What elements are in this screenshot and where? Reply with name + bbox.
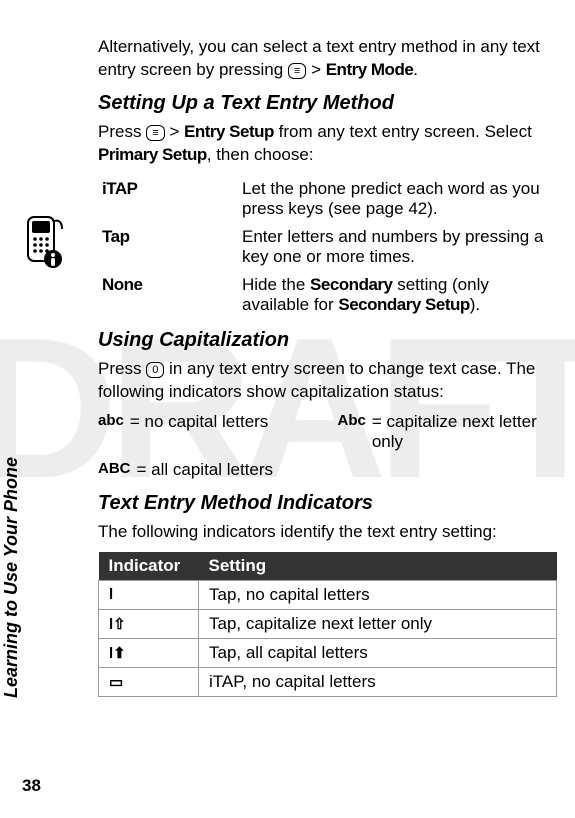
setting-cell: iTAP, no capital letters: [199, 667, 557, 696]
indicator-cell: l⬆: [99, 638, 199, 667]
text: Press: [98, 359, 146, 378]
heading-setting-up: Setting Up a Text Entry Method: [98, 92, 557, 115]
heading-capitalization: Using Capitalization: [98, 329, 557, 352]
indicators-table: Indicator Setting l Tap, no capital lett…: [98, 552, 557, 697]
indicator-cell: l⇧: [99, 609, 199, 638]
caps-item: Abc = capitalize next letter only: [338, 412, 558, 452]
menu-entry-mode: Entry Mode: [326, 60, 414, 79]
setting-cell: Tap, all capital letters: [199, 638, 557, 667]
menu-key-icon: ≡: [146, 125, 164, 141]
setting-cell: Tap, no capital letters: [199, 580, 557, 609]
option-desc: Enter letters and numbers by pressing a …: [238, 223, 557, 271]
page-ref: 42: [408, 199, 427, 218]
caps-desc: all capital letters: [151, 460, 273, 479]
text: in any text entry screen to change text …: [98, 359, 535, 401]
caps-glyph-abc: abc: [98, 412, 124, 429]
text: ).: [427, 199, 437, 218]
table-row: None Hide the Secondary setting (only av…: [98, 271, 557, 319]
text: = no capital letters: [130, 412, 268, 432]
text: = capitalize next letter only: [372, 412, 557, 452]
menu-key-icon: ≡: [288, 63, 306, 79]
text: from any text entry screen. Select: [274, 122, 532, 141]
option-desc: Let the phone predict each word as you p…: [238, 175, 557, 223]
menu-primary-setup: Primary Setup: [98, 145, 207, 164]
capitalization-paragraph: Press 0 in any text entry screen to chan…: [98, 358, 557, 404]
col-header-indicator: Indicator: [99, 552, 199, 581]
indicator-cell: ▭: [99, 667, 199, 696]
capitalization-grid: abc = no capital letters Abc = capitaliz…: [98, 412, 557, 480]
page-content: Alternatively, you can select a text ent…: [0, 0, 575, 717]
caps-glyph-ABC: ABC: [98, 460, 131, 477]
text: , then choose:: [207, 145, 314, 164]
indicator-cell: l: [99, 580, 199, 609]
zero-key-icon: 0: [146, 362, 164, 378]
table-row: l⇧ Tap, capitalize next letter only: [99, 609, 557, 638]
text: ).: [470, 295, 480, 314]
text: Hide the: [242, 275, 310, 294]
col-header-setting: Setting: [199, 552, 557, 581]
caps-glyph-Abc: Abc: [338, 412, 366, 429]
table-row: iTAP Let the phone predict each word as …: [98, 175, 557, 223]
caps-item: abc = no capital letters: [98, 412, 318, 452]
text: >: [165, 122, 184, 141]
text: >: [306, 60, 325, 79]
setup-options-table: iTAP Let the phone predict each word as …: [98, 175, 557, 319]
option-label-tap: Tap: [102, 227, 129, 246]
menu-entry-setup: Entry Setup: [184, 122, 274, 141]
option-desc: Hide the Secondary setting (only availab…: [238, 271, 557, 319]
text: .: [413, 60, 418, 79]
setting-cell: Tap, capitalize next letter only: [199, 609, 557, 638]
caps-desc: no capital letters: [145, 412, 269, 431]
table-header-row: Indicator Setting: [99, 552, 557, 581]
menu-secondary-setup: Secondary Setup: [338, 295, 469, 314]
text: Let the phone predict each word as you p…: [242, 179, 540, 218]
option-label-itap: iTAP: [102, 179, 137, 198]
option-label-none: None: [102, 275, 143, 294]
table-row: l Tap, no capital letters: [99, 580, 557, 609]
page-number: 38: [22, 776, 41, 796]
table-row: ▭ iTAP, no capital letters: [99, 667, 557, 696]
heading-indicators: Text Entry Method Indicators: [98, 492, 557, 515]
intro-paragraph: Alternatively, you can select a text ent…: [98, 36, 557, 82]
setting-up-paragraph: Press ≡ > Entry Setup from any text entr…: [98, 121, 557, 167]
menu-secondary: Secondary: [310, 275, 392, 294]
table-row: Tap Enter letters and numbers by pressin…: [98, 223, 557, 271]
caps-item: ABC = all capital letters: [98, 460, 318, 480]
indicators-paragraph: The following indicators identify the te…: [98, 521, 557, 544]
text: Press: [98, 122, 146, 141]
caps-desc: capitalize next letter only: [372, 412, 537, 451]
text: = all capital letters: [137, 460, 274, 480]
table-row: l⬆ Tap, all capital letters: [99, 638, 557, 667]
